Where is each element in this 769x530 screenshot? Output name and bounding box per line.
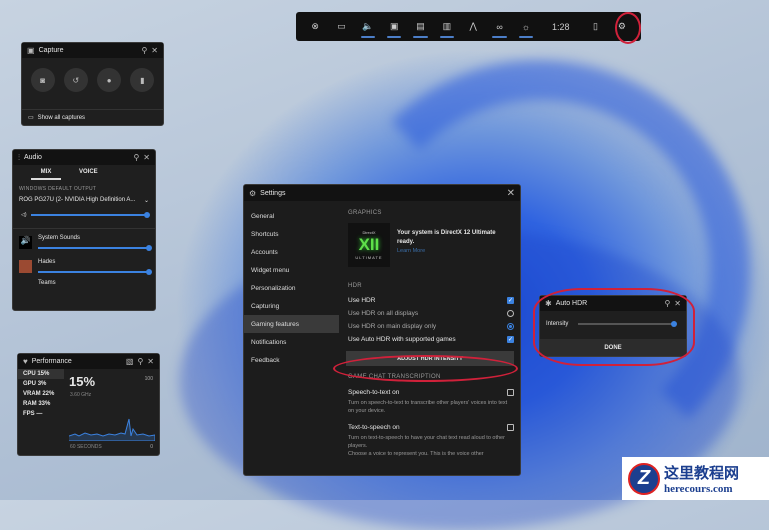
- cpu-big-value: 15%: [69, 374, 96, 389]
- settings-nav: General Shortcuts Accounts Widget menu P…: [244, 207, 339, 369]
- performance-widget: ♥ Performance ▧ ⚲ ✕ CPU 15% GPU 3% VRAM 22% …: [17, 353, 160, 456]
- achievements-icon[interactable]: ∞: [486, 12, 512, 41]
- annotation-circle: [333, 355, 518, 382]
- speaker-icon: 🔊: [19, 235, 32, 249]
- settings-panel-icon[interactable]: ▤: [407, 12, 433, 41]
- nav-feedback[interactable]: Feedback: [244, 351, 339, 369]
- audio-widget: ⫶ Audio ⚲ ✕ MIX VOICE WINDOWS DEFAULT OUTPU…: [12, 149, 156, 311]
- annotation-circle: [533, 288, 695, 366]
- show-all-captures-link[interactable]: ▭ Show all captures: [22, 109, 163, 125]
- resources-icon[interactable]: ⋀: [460, 12, 486, 41]
- options-icon[interactable]: ▧: [126, 357, 134, 366]
- mouse-icon: ▯: [593, 21, 598, 31]
- widget-title: Capture: [38, 47, 64, 54]
- use-hdr-checkbox[interactable]: ✓: [507, 297, 514, 304]
- close-icon[interactable]: ✕: [151, 46, 158, 55]
- brightness-icon[interactable]: ☼: [513, 12, 539, 41]
- game-bar: ⊗ ▭ 🔈 ▣ ▤ ▥ ⋀ ∞ ☼ 1:28 ▯ ⚙: [296, 12, 641, 41]
- performance-icon[interactable]: ▥: [434, 12, 460, 41]
- annotation-circle: [615, 12, 641, 44]
- hades-volume-slider[interactable]: [38, 268, 152, 275]
- performance-icon: ♥: [23, 357, 28, 366]
- pin-icon[interactable]: ⚲: [133, 153, 139, 162]
- stat-gpu[interactable]: GPU 3%: [18, 379, 64, 389]
- text-to-speech-checkbox[interactable]: [507, 424, 514, 431]
- tab-voice[interactable]: VOICE: [79, 169, 98, 180]
- close-icon[interactable]: ✕: [143, 153, 150, 162]
- screenshot-button[interactable]: ◙: [30, 68, 55, 92]
- record-button[interactable]: ●: [97, 68, 122, 92]
- watermark: Z 这里教程网 herecours.com: [622, 457, 769, 500]
- chevron-down-icon: ⌄: [143, 198, 149, 204]
- directx-logo: DirectX XII ULTIMATE: [348, 223, 390, 267]
- capture-widget: ▣ Capture ⚲ ✕ ◙ ↺ ● ▮ ▭ Show all captures: [21, 42, 164, 126]
- master-volume-slider[interactable]: [30, 211, 150, 218]
- clock: 1:28: [551, 21, 570, 32]
- learn-more-link[interactable]: Learn More: [397, 247, 497, 256]
- mic-button[interactable]: ▮: [130, 68, 155, 92]
- watermark-logo: Z: [628, 462, 660, 495]
- record-last-button[interactable]: ↺: [63, 68, 88, 92]
- gallery-icon: ▭: [28, 115, 34, 121]
- nav-accounts[interactable]: Accounts: [244, 243, 339, 261]
- tab-mix[interactable]: MIX: [31, 169, 61, 180]
- auto-hdr-checkbox[interactable]: ✓: [507, 336, 514, 343]
- hdr-all-displays-radio[interactable]: [507, 310, 514, 317]
- cpu-graph: [69, 418, 155, 441]
- audio-icon[interactable]: 🔈: [355, 12, 381, 41]
- stat-cpu[interactable]: CPU 15%: [18, 369, 64, 379]
- audio-icon: ⫶: [18, 152, 20, 162]
- capture-icon: ▣: [27, 46, 35, 55]
- pin-icon[interactable]: ⚲: [141, 46, 147, 55]
- nav-general[interactable]: General: [244, 207, 339, 225]
- capture-icon[interactable]: ▣: [381, 12, 407, 41]
- nav-capturing[interactable]: Capturing: [244, 297, 339, 315]
- nav-personalization[interactable]: Personalization: [244, 279, 339, 297]
- gear-icon: ⚙: [249, 188, 257, 198]
- close-icon[interactable]: ✕: [147, 357, 154, 366]
- hades-app-icon: [19, 259, 32, 273]
- widgets-icon[interactable]: ▭: [328, 12, 354, 41]
- pin-icon[interactable]: ⚲: [137, 357, 143, 366]
- settings-content: GRAPHICS DirectX XII ULTIMATE Your syste…: [346, 210, 514, 457]
- nav-gaming-features[interactable]: Gaming features: [244, 315, 339, 333]
- system-sounds-volume-slider[interactable]: [38, 244, 152, 251]
- output-device-select[interactable]: ROG PG27U (2- NVIDIA High Definition A..…: [13, 192, 155, 204]
- speech-to-text-checkbox[interactable]: [507, 389, 514, 396]
- nav-shortcuts[interactable]: Shortcuts: [244, 225, 339, 243]
- volume-icon: ◁): [21, 212, 27, 218]
- hdr-main-display-radio[interactable]: [507, 323, 514, 330]
- close-icon[interactable]: ✕: [507, 188, 515, 199]
- stat-vram[interactable]: VRAM 22%: [18, 389, 64, 399]
- xbox-icon[interactable]: ⊗: [302, 12, 328, 41]
- settings-window: ⚙ Settings ✕ General Shortcuts Accounts Wi…: [243, 184, 521, 476]
- stat-fps[interactable]: FPS —: [18, 409, 64, 419]
- nav-notifications[interactable]: Notifications: [244, 333, 339, 351]
- nav-widget-menu[interactable]: Widget menu: [244, 261, 339, 279]
- stat-ram[interactable]: RAM 33%: [18, 399, 64, 409]
